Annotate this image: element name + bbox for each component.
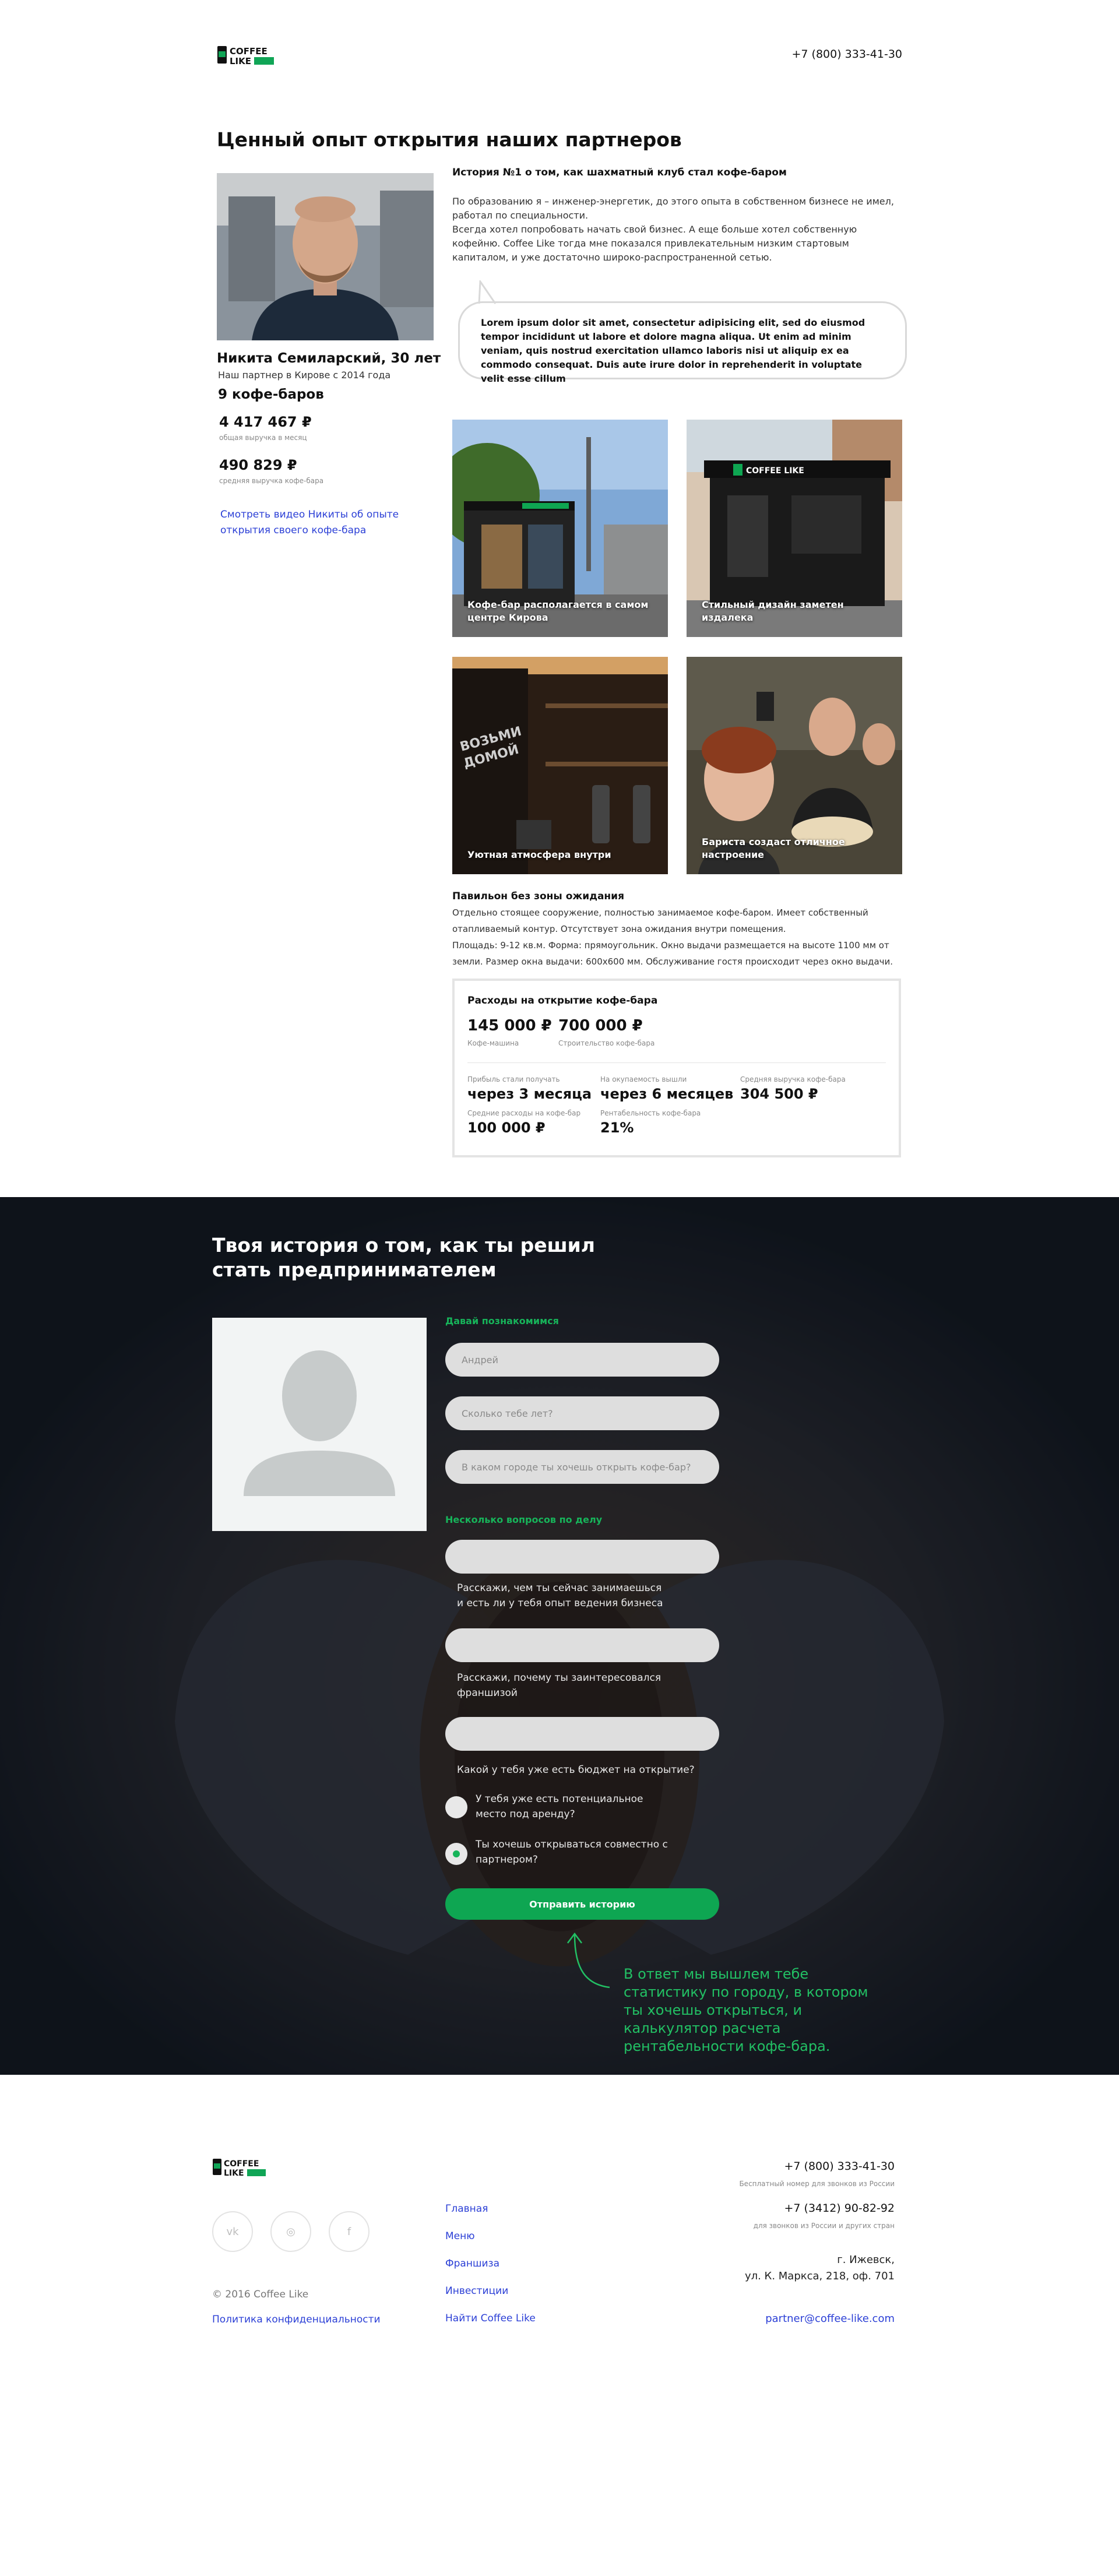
quote-bubble: Lorem ipsum dolor sit amet, consectetur …	[458, 301, 907, 384]
divider	[467, 1062, 886, 1063]
footer-logo-text-2: LIKE	[224, 2169, 244, 2178]
radio-selected-dot	[453, 1850, 460, 1857]
coffee-like-logo[interactable]: COFFEE LIKE	[217, 44, 289, 68]
submit-story-button[interactable]: Отправить историю	[445, 1888, 719, 1920]
avatar-upload[interactable]	[212, 1318, 427, 1531]
partner-photo	[217, 173, 434, 340]
kiosk-sign-text: COFFEE LIKE	[746, 466, 804, 476]
profitability-value: 21%	[600, 1120, 634, 1136]
footer-nav-home[interactable]: Главная	[445, 2203, 488, 2215]
footer-nav-investments[interactable]: Инвестиции	[445, 2285, 508, 2297]
photo-caption: Уютная атмосфера внутри	[467, 849, 611, 860]
vk-icon[interactable]: vk	[212, 2211, 253, 2252]
page-title: Ценный опыт открытия наших партнеров	[217, 128, 682, 151]
pavilion-description: Отдельно стоящее сооружение, полностью з…	[452, 905, 913, 970]
section-label-business: Несколько вопросов по делу	[445, 1514, 603, 1525]
avg-expenses-label: Средние расходы на кофе-бар	[467, 1109, 581, 1117]
quote-text: Lorem ipsum dolor sit amet, consectetur …	[481, 317, 865, 384]
partner-video-link[interactable]: Смотреть видео Никиты об опыте открытия …	[220, 507, 413, 539]
pavilion-title: Павильон без зоны ожидания	[452, 891, 624, 902]
coffee-machine-cost: 145 000 ₽	[467, 1017, 552, 1034]
footer-address-street: ул. К. Маркса, 218, оф. 701	[744, 2270, 895, 2282]
footer-nav-menu[interactable]: Меню	[445, 2230, 475, 2242]
footer-nav-find[interactable]: Найти Coffee Like	[445, 2313, 536, 2324]
photo-caption: Бариста создаст отличное настроение	[702, 836, 845, 860]
header-phone[interactable]: +7 (800) 333-41-30	[791, 48, 902, 61]
story-paragraph-2: Всегда хотел попробовать начать свой биз…	[452, 224, 857, 263]
footer-address-city: г. Ижевск,	[837, 2254, 895, 2266]
coffee-machine-label: Кофе-машина	[467, 1039, 519, 1047]
build-label: Строительство кофе-бара	[558, 1039, 655, 1047]
profitability-label: Рентабельность кофе-бара	[600, 1109, 701, 1117]
city-input[interactable]	[445, 1450, 719, 1484]
footer-phone-2-note: для звонков из России и других стран	[753, 2222, 895, 2230]
story-text: По образованию я – инженер-энергетик, до…	[452, 195, 907, 265]
partner-avg-revenue-caption: средняя выручка кофе-бара	[219, 477, 324, 485]
partner-bars-count: 9 кофе-баров	[218, 387, 324, 402]
name-input[interactable]	[445, 1343, 719, 1377]
payback-value: через 6 месяцев	[600, 1086, 734, 1102]
age-input[interactable]	[445, 1396, 719, 1430]
franchise-reason-question: Расскажи, почему ты заинтересовался фран…	[457, 1672, 661, 1699]
avg-revenue-label: Средняя выручка кофе-бара	[740, 1075, 846, 1083]
partner-since: Наш партнер в Кирове с 2014 года	[218, 369, 391, 381]
pavilion-line-2: Площадь: 9-12 кв.м. Форма: прямоугольник…	[452, 940, 893, 967]
section-label-intro: Давай познакомимся	[445, 1315, 559, 1326]
avg-expenses-value: 100 000 ₽	[467, 1120, 546, 1136]
budget-input[interactable]	[445, 1717, 719, 1751]
logo-text-2: LIKE	[230, 56, 251, 66]
footer-phone-2[interactable]: +7 (3412) 90-82-92	[784, 2202, 895, 2215]
expenses-card: Расходы на открытие кофе-бара 145 000 ₽ …	[452, 979, 901, 1157]
franchise-reason-input[interactable]	[445, 1628, 719, 1662]
photo-kiosk-center: Кофе-бар располагается в самом центре Ки…	[452, 420, 668, 637]
copyright: © 2016 Coffee Like	[212, 2289, 309, 2300]
partner-radio[interactable]	[445, 1843, 467, 1865]
profit-label: Прибыль стали получать	[467, 1075, 560, 1083]
form-title: Твоя история о том, как ты решил стать п…	[212, 1234, 595, 1281]
footer-logo-text-1: COFFEE	[224, 2159, 259, 2169]
experience-question: Расскажи, чем ты сейчас занимаешься и ес…	[457, 1582, 663, 1609]
photo-interior: ВОЗЬМИ ДОМОЙ Уютная атмосфера внутри	[452, 657, 668, 874]
avg-revenue-value: 304 500 ₽	[740, 1086, 818, 1102]
instagram-icon[interactable]: ◎	[270, 2211, 311, 2252]
build-cost: 700 000 ₽	[558, 1017, 643, 1034]
experience-input[interactable]	[445, 1540, 719, 1574]
expenses-title: Расходы на открытие кофе-бара	[467, 995, 658, 1007]
footer-nav-franchise[interactable]: Франшиза	[445, 2258, 499, 2269]
footer-phone-1-note: Бесплатный номер для звонков из России	[739, 2180, 895, 2188]
partner-name: Никита Семиларский, 30 лет	[217, 351, 441, 366]
curved-arrow-icon	[567, 1932, 610, 1989]
story-paragraph-1: По образованию я – инженер-энергетик, до…	[452, 196, 894, 221]
photo-baristas: Бариста создаст отличное настроение	[687, 657, 902, 874]
footer-email-link[interactable]: partner@coffee-like.com	[765, 2313, 895, 2325]
story-title: История №1 о том, как шахматный клуб ста…	[452, 167, 787, 178]
promo-text: В ответ мы вышлем тебе статистику по гор…	[624, 1966, 868, 2054]
logo-text-1: COFFEE	[230, 46, 268, 57]
rent-place-label: У тебя уже есть потенциальное место под …	[476, 1793, 643, 1820]
photo-caption: Кофе-бар располагается в самом центре Ки…	[467, 599, 649, 623]
payback-label: На окупаемость вышли	[600, 1075, 687, 1083]
privacy-policy-link[interactable]: Политика конфиденциальности	[212, 2314, 381, 2325]
partner-avg-revenue: 490 829 ₽	[219, 457, 297, 473]
budget-question: Какой у тебя уже есть бюджет на открытие…	[457, 1764, 695, 1776]
photo-caption: Стильный дизайн заметен издалека	[702, 599, 844, 623]
footer-logo[interactable]: COFFEE LIKE	[212, 2157, 279, 2179]
photo-kiosk-design: COFFEE LIKE Стильный дизайн заметен изда…	[687, 420, 902, 637]
partner-total-revenue: 4 417 467 ₽	[219, 414, 312, 430]
partner-total-revenue-caption: общая выручка в месяц	[219, 434, 307, 442]
profit-value: через 3 месяца	[467, 1086, 592, 1102]
footer-phone-1[interactable]: +7 (800) 333-41-30	[784, 2160, 895, 2173]
facebook-icon[interactable]: f	[329, 2211, 370, 2252]
pavilion-line-1: Отдельно стоящее сооружение, полностью з…	[452, 907, 868, 934]
partner-radio-label: Ты хочешь открываться совместно с партне…	[476, 1839, 668, 1866]
rent-place-radio[interactable]	[445, 1796, 467, 1818]
